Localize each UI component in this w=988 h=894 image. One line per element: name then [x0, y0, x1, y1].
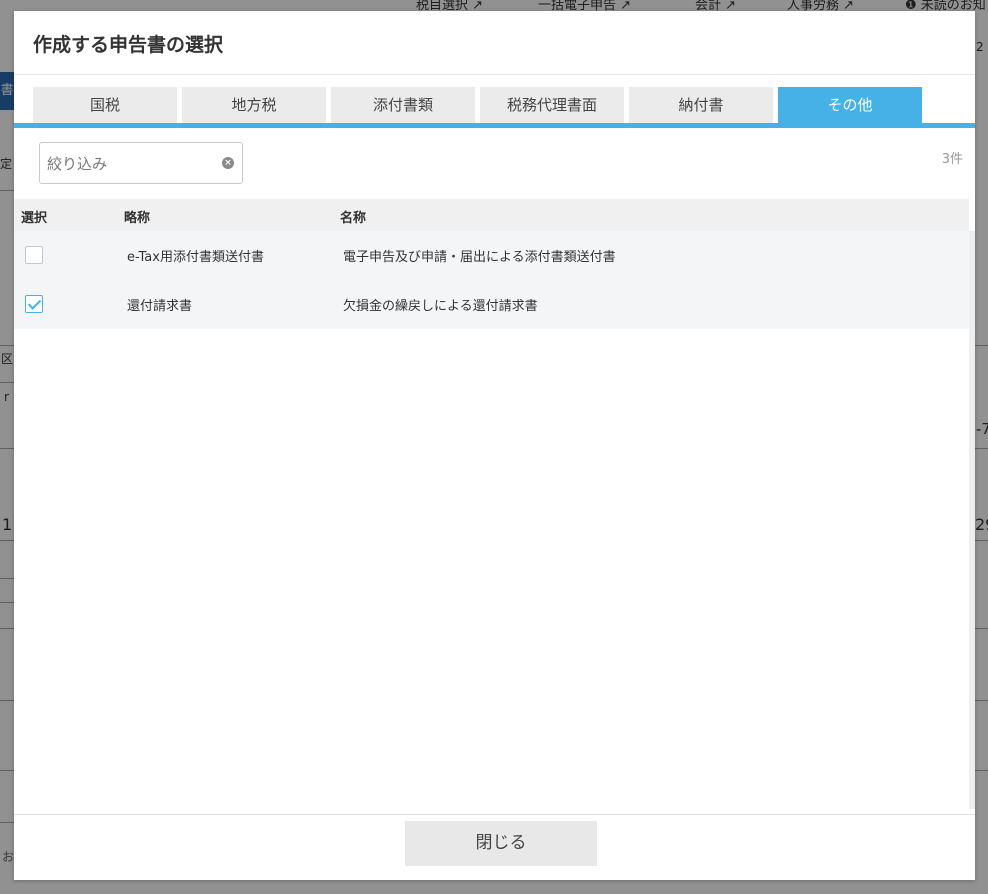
tab-others[interactable]: その他	[778, 87, 922, 123]
row-checkbox[interactable]	[25, 246, 43, 264]
row-name: 電子申告及び申請・届出による添付書類送付書	[343, 250, 616, 265]
filter-input[interactable]	[45, 152, 219, 176]
tab-tax-agent-documents[interactable]: 税務代理書面	[480, 87, 624, 123]
select-form-dialog: 作成する申告書の選択 国税 地方税 添付書類 税務代理書面 納付書 その他 × …	[14, 11, 975, 880]
row-abbreviation: 還付請求書	[127, 299, 193, 314]
active-tab-underline	[14, 123, 975, 128]
category-tabs: 国税 地方税 添付書類 税務代理書面 納付書 その他	[33, 87, 927, 123]
header-select: 選択	[21, 211, 48, 226]
tab-national-tax[interactable]: 国税	[33, 87, 177, 123]
dialog-title: 作成する申告書の選択	[33, 35, 224, 56]
result-count: 3件	[941, 152, 963, 167]
row-name: 欠損金の繰戻しによる還付請求書	[343, 299, 538, 314]
table-body: e-Tax用添付書類送付書 電子申告及び申請・届出による添付書類送付書 還付請求…	[14, 231, 969, 329]
row-abbreviation: e-Tax用添付書類送付書	[127, 250, 264, 265]
footer-divider	[14, 814, 975, 815]
row-checkbox-checked[interactable]	[25, 295, 43, 313]
table-row[interactable]: 還付請求書 欠損金の繰戻しによる還付請求書	[14, 280, 969, 329]
title-divider	[14, 74, 975, 75]
filter-box: ×	[39, 142, 243, 184]
tab-payment-slips[interactable]: 納付書	[629, 87, 773, 123]
table-row[interactable]: e-Tax用添付書類送付書 電子申告及び申請・届出による添付書類送付書	[14, 231, 969, 280]
tab-local-tax[interactable]: 地方税	[182, 87, 326, 123]
header-name: 名称	[340, 211, 367, 226]
scrollbar[interactable]	[969, 231, 975, 809]
tab-attachments[interactable]: 添付書類	[331, 87, 475, 123]
header-abbreviation: 略称	[124, 211, 151, 226]
close-button[interactable]: 閉じる	[405, 821, 597, 866]
clear-icon[interactable]: ×	[222, 157, 234, 169]
table-header: 選択 略称 名称	[14, 199, 969, 231]
